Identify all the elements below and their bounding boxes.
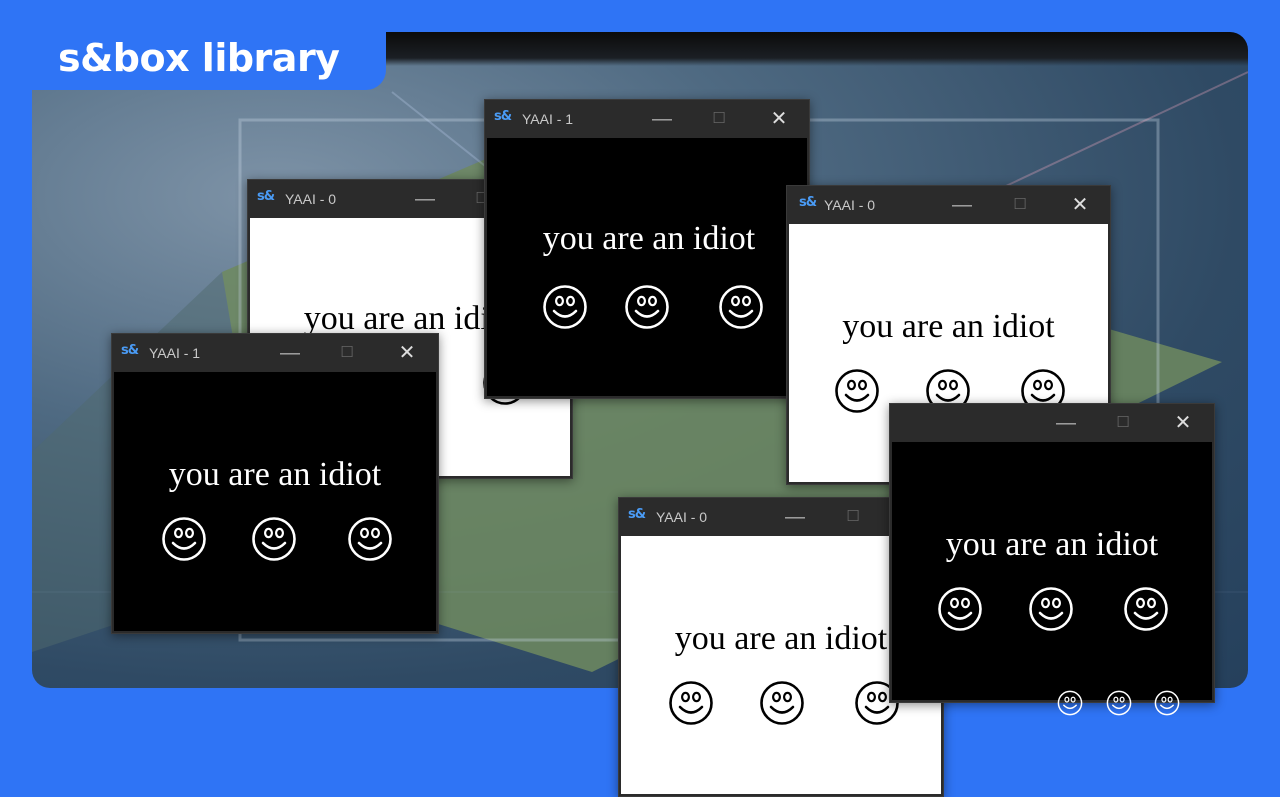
popup-window[interactable]: s& YAAI - 1 — ☐ ✕ you are an idiot bbox=[111, 333, 439, 634]
maximize-icon[interactable]: ☐ bbox=[334, 340, 360, 366]
maximize-icon[interactable]: ☐ bbox=[1007, 192, 1033, 218]
window-content: you are an idiot bbox=[892, 442, 1212, 700]
window-titlebar[interactable]: s& YAAI - 1 — ☐ ✕ bbox=[485, 100, 809, 138]
smiley-icon bbox=[759, 680, 805, 731]
smiley-icon bbox=[1057, 690, 1083, 720]
window-content: you are an idiot bbox=[114, 372, 436, 631]
close-icon[interactable]: ✕ bbox=[766, 106, 792, 132]
window-content: you are an idiot bbox=[487, 138, 807, 396]
window-titlebar[interactable]: — ☐ ✕ bbox=[890, 404, 1214, 442]
minimize-icon[interactable]: — bbox=[782, 504, 808, 530]
message-text: you are an idiot bbox=[842, 308, 1055, 345]
window-title: YAAI - 0 bbox=[285, 191, 337, 207]
library-badge: s&box library bbox=[32, 32, 386, 90]
popup-window[interactable]: s& YAAI - 1 — ☐ ✕ you are an idiot bbox=[484, 99, 810, 399]
maximize-icon[interactable]: ☐ bbox=[1110, 410, 1136, 436]
smiley-icon bbox=[1028, 586, 1074, 637]
minimize-icon[interactable]: — bbox=[949, 192, 975, 218]
maximize-icon[interactable]: ☐ bbox=[840, 504, 866, 530]
message-text: you are an idiot bbox=[168, 456, 382, 493]
smiley-icon bbox=[542, 284, 588, 335]
smiley-icon bbox=[834, 368, 880, 419]
smiley-icon bbox=[1154, 690, 1180, 720]
window-titlebar[interactable]: s& YAAI - 0 — ☐ ✕ bbox=[787, 186, 1110, 224]
window-title: YAAI - 1 bbox=[522, 111, 574, 127]
message-text: you are an idiot bbox=[945, 526, 1159, 563]
smiley-icon bbox=[718, 284, 764, 335]
smiley-icon bbox=[668, 680, 714, 731]
sbox-logo-icon: s& bbox=[628, 507, 646, 522]
smiley-icon bbox=[347, 516, 393, 567]
smiley-icon bbox=[1106, 690, 1132, 720]
window-title: YAAI - 0 bbox=[656, 509, 708, 525]
sbox-logo-icon: s& bbox=[121, 343, 139, 358]
smiley-icon bbox=[937, 586, 983, 637]
smiley-icon bbox=[251, 516, 297, 567]
close-icon[interactable]: ✕ bbox=[394, 340, 420, 366]
sbox-logo-icon: s& bbox=[799, 195, 817, 210]
minimize-icon[interactable]: — bbox=[1053, 410, 1079, 436]
message-text: you are an idiot bbox=[542, 220, 756, 257]
sbox-logo-icon: s& bbox=[494, 109, 512, 124]
popup-window[interactable]: — ☐ ✕ you are an idiot bbox=[889, 403, 1215, 703]
window-titlebar[interactable]: s& YAAI - 1 — ☐ ✕ bbox=[112, 334, 438, 372]
close-icon[interactable]: ✕ bbox=[1067, 192, 1093, 218]
close-icon[interactable]: ✕ bbox=[1170, 410, 1196, 436]
window-title: YAAI - 1 bbox=[149, 345, 201, 361]
sbox-logo-icon: s& bbox=[257, 189, 275, 204]
smiley-icon bbox=[624, 284, 670, 335]
badge-title: s&box library bbox=[58, 36, 340, 80]
window-title: YAAI - 0 bbox=[824, 197, 876, 213]
maximize-icon[interactable]: ☐ bbox=[706, 106, 732, 132]
minimize-icon[interactable]: — bbox=[649, 106, 675, 132]
smiley-icon bbox=[161, 516, 207, 567]
smiley-icon bbox=[1123, 586, 1169, 637]
minimize-icon[interactable]: — bbox=[277, 340, 303, 366]
minimize-icon[interactable]: — bbox=[412, 186, 438, 212]
